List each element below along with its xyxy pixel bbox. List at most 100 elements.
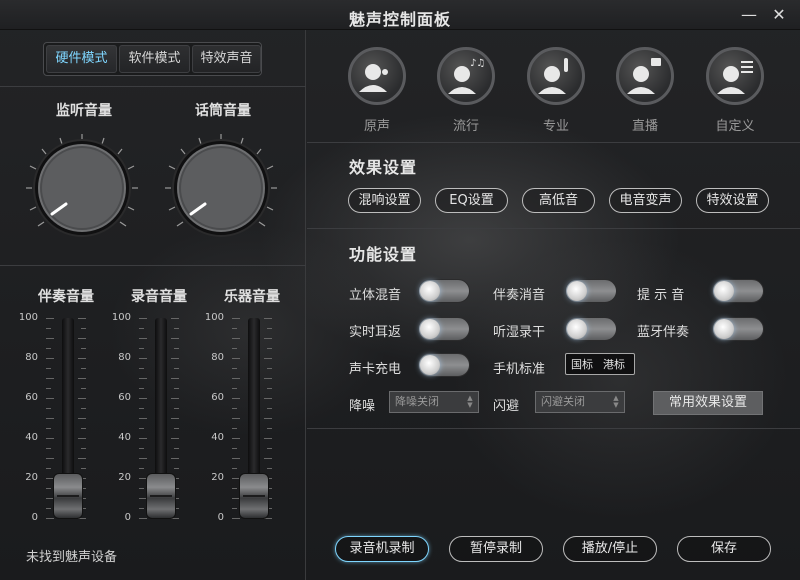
common-effects-button[interactable]: 常用效果设置 — [653, 391, 763, 415]
toggle-knob — [567, 319, 587, 339]
tab-effect-sound[interactable]: 特效声音 — [192, 45, 261, 73]
slider-thumb[interactable] — [146, 473, 176, 520]
preset-pop[interactable]: ♪♫ 流行 — [436, 47, 496, 134]
tab-hardware-mode[interactable]: 硬件模式 — [46, 45, 117, 73]
bluetooth-accompaniment-toggle[interactable] — [712, 317, 764, 341]
record-volume-label: 录音音量 — [131, 289, 187, 305]
slider-tick — [232, 468, 237, 469]
slider-tick — [46, 378, 54, 379]
slider-tick — [81, 368, 86, 369]
slider-scale-number: 40 — [25, 432, 38, 443]
close-button[interactable]: ✕ — [768, 4, 790, 26]
slider-tick — [174, 348, 179, 349]
bluetooth-accompaniment-label: 蓝牙伴奏 — [637, 325, 690, 340]
slider-tick — [81, 348, 86, 349]
preset-custom[interactable]: 自定义 — [705, 47, 765, 134]
slider-tick — [171, 418, 179, 419]
slider-tick — [267, 448, 272, 449]
slider-tick — [81, 408, 86, 409]
slider-tick — [139, 348, 144, 349]
slider-tick — [139, 458, 147, 459]
slider-tick — [267, 468, 272, 469]
noise-reduction-value: 降噪关闭 — [395, 395, 439, 408]
standard-option-hk[interactable]: 港标 — [598, 356, 630, 372]
slider-tick — [264, 398, 272, 399]
slider-tick — [232, 378, 240, 379]
wet-dry-toggle[interactable] — [565, 317, 617, 341]
ducking-select[interactable]: 闪避关闭 ▲ ▼ — [535, 391, 625, 413]
slider-tick — [78, 378, 86, 379]
preset-custom-label: 自定义 — [715, 119, 755, 134]
preset-live[interactable]: 直播 — [615, 47, 675, 134]
window-title: 魅声控制面板 — [348, 10, 451, 29]
slider-tick — [174, 448, 179, 449]
slider-tick — [46, 488, 51, 489]
mic-volume-knob[interactable] — [163, 130, 279, 246]
slider-tick — [139, 398, 147, 399]
slider-tick — [139, 518, 147, 519]
save-button[interactable]: 保存 — [677, 536, 771, 562]
prompt-tone-toggle[interactable] — [712, 279, 764, 303]
slider-tick — [171, 438, 179, 439]
preset-pro[interactable]: 专业 — [526, 47, 586, 134]
slider-tick — [232, 318, 240, 319]
monitor-volume-knob[interactable] — [24, 130, 140, 246]
voice-pop-icon: ♪♫ — [437, 47, 495, 105]
slider-tick — [232, 348, 237, 349]
vocal-cut-toggle[interactable] — [565, 279, 617, 303]
slider-tick — [46, 458, 54, 459]
slider-scale-number: 40 — [118, 432, 131, 443]
slider-tick — [139, 468, 144, 469]
voice-changer-button[interactable]: 电音变声 — [609, 188, 682, 213]
special-effects-button[interactable]: 特效设置 — [696, 188, 769, 213]
ducking-label: 闪避 — [493, 399, 520, 414]
slider-tick — [232, 328, 237, 329]
tab-software-mode[interactable]: 软件模式 — [119, 45, 190, 73]
slider-tick — [139, 418, 147, 419]
slider-tick — [46, 468, 51, 469]
stereo-mix-toggle[interactable] — [418, 279, 470, 303]
slider-tick — [232, 518, 240, 519]
slider-scale-number: 100 — [111, 312, 131, 323]
pause-record-button[interactable]: 暂停录制 — [449, 536, 543, 562]
slider-tick — [267, 388, 272, 389]
voice-custom-icon — [706, 47, 764, 105]
slider-scale-number: 0 — [217, 512, 224, 523]
slider-tick — [46, 418, 54, 419]
eq-settings-button[interactable]: EQ设置 — [435, 188, 508, 213]
recorder-record-button[interactable]: 录音机录制 — [335, 536, 429, 562]
slider-tick — [171, 378, 179, 379]
slider-thumb[interactable] — [239, 473, 269, 520]
bass-treble-button[interactable]: 高低音 — [522, 188, 595, 213]
ear-monitor-toggle[interactable] — [418, 317, 470, 341]
slider-tick — [232, 368, 237, 369]
phone-standard-selector[interactable]: 国标 港标 — [565, 353, 635, 375]
slider-scale-number: 60 — [25, 392, 38, 403]
minimize-button[interactable]: — — [738, 4, 760, 26]
slider-tick — [46, 328, 51, 329]
slider-tick — [232, 358, 240, 359]
slider-tick — [174, 388, 179, 389]
slider-tick — [264, 358, 272, 359]
slider-scale-number: 0 — [124, 512, 131, 523]
slider-tick — [174, 368, 179, 369]
slider-scale-number: 0 — [31, 512, 38, 523]
slider-tick — [46, 398, 54, 399]
slider-tick — [264, 318, 272, 319]
slider-tick — [46, 428, 51, 429]
ducking-value: 闪避关闭 — [541, 395, 585, 408]
preset-original[interactable]: 原声 — [347, 47, 407, 134]
slider-tick — [46, 438, 54, 439]
slider-thumb[interactable] — [53, 473, 83, 520]
standard-option-cn[interactable]: 国标 — [566, 356, 598, 372]
slider-tick — [232, 508, 237, 509]
play-stop-button[interactable]: 播放/停止 — [563, 536, 657, 562]
noise-reduction-select[interactable]: 降噪关闭 ▲ ▼ — [389, 391, 479, 413]
card-charging-toggle[interactable] — [418, 353, 470, 377]
reverb-settings-button[interactable]: 混响设置 — [348, 188, 421, 213]
slider-tick — [46, 318, 54, 319]
slider-tick — [46, 338, 54, 339]
slider-scale-number: 80 — [211, 352, 224, 363]
slider-tick — [46, 358, 54, 359]
right-panel: 原声 ♪♫ 流行 专业 直播 自定义 效果设置 混响设置 EQ设置 高低音 电音… — [307, 30, 800, 580]
